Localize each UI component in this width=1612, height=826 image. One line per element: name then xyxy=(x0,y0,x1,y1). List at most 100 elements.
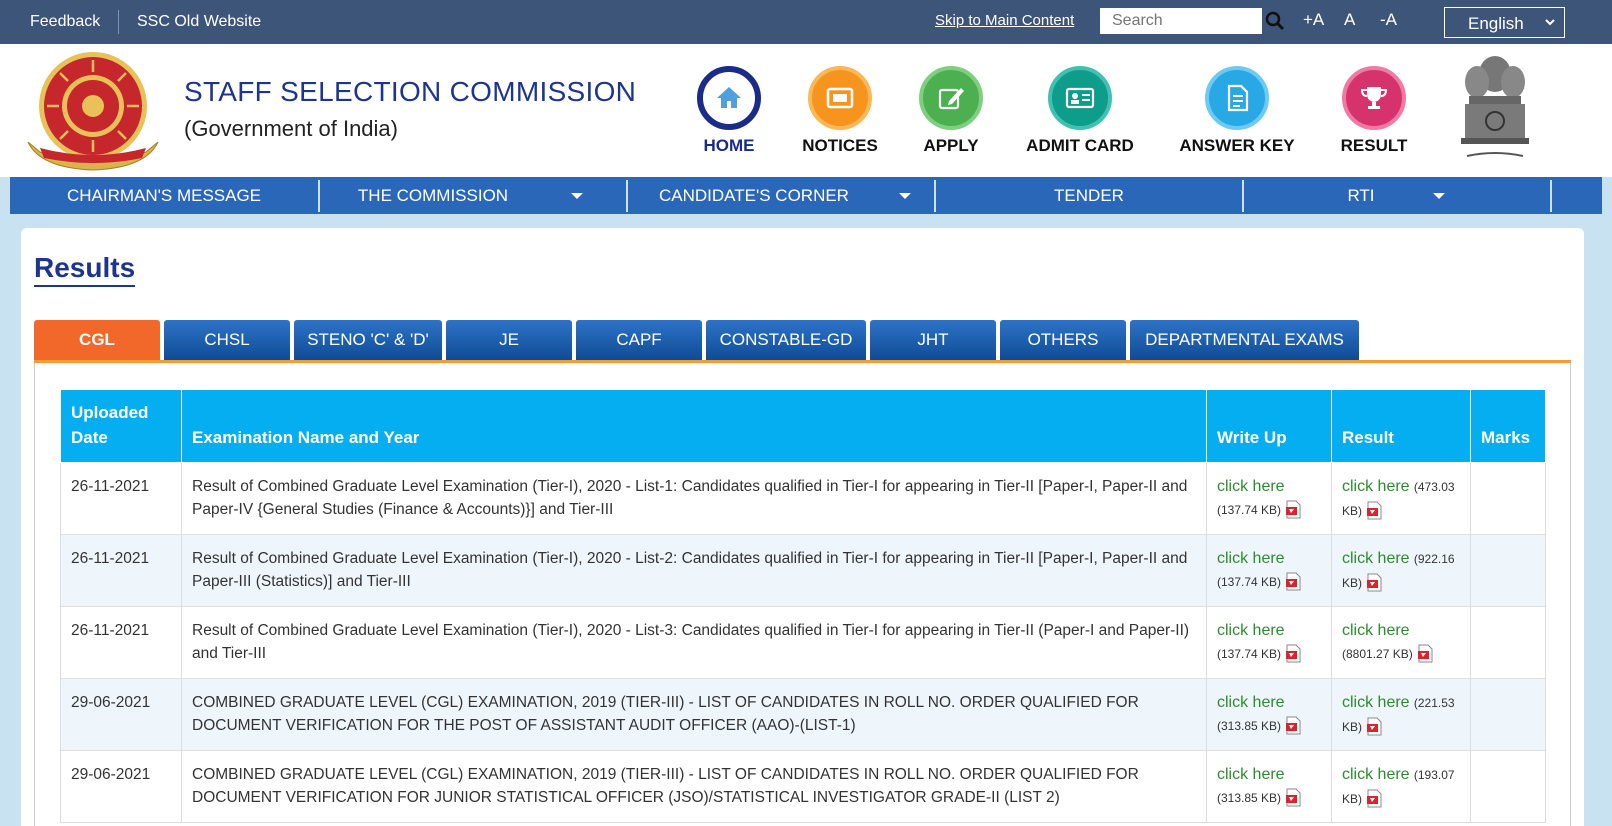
write-up-file-size: (137.74 KB) xyxy=(1217,575,1282,589)
write-up-link[interactable]: click here xyxy=(1217,550,1285,567)
cell-exam-name: COMBINED GRADUATE LEVEL (CGL) EXAMINATIO… xyxy=(181,678,1207,751)
cell-uploaded-date: 29-06-2021 xyxy=(60,678,182,751)
tab-cgl[interactable]: CGL xyxy=(34,320,160,360)
tab-capf[interactable]: CAPF xyxy=(576,320,702,360)
pdf-icon[interactable] xyxy=(1285,644,1302,663)
tab-others[interactable]: OTHERS xyxy=(1000,320,1126,360)
col-exam-name: Examination Name and Year xyxy=(181,389,1207,463)
cell-exam-name: Result of Combined Graduate Level Examin… xyxy=(181,462,1207,535)
site-header: STAFF SELECTION COMMISSION (Government o… xyxy=(0,44,1612,177)
pdf-icon[interactable] xyxy=(1366,573,1383,592)
table-header-row: Uploaded Date Examination Name and Year … xyxy=(60,389,1546,463)
top-utility-bar: Feedback SSC Old Website Skip to Main Co… xyxy=(0,0,1612,44)
tab-jht[interactable]: JHT xyxy=(870,320,996,360)
pdf-icon[interactable] xyxy=(1285,500,1302,519)
write-up-link[interactable]: click here xyxy=(1217,766,1285,783)
caret-down-icon xyxy=(571,193,583,199)
nav-chairmans-message[interactable]: CHAIRMAN'S MESSAGE xyxy=(10,177,318,214)
main-navigation: CHAIRMAN'S MESSAGE THE COMMISSION CANDID… xyxy=(10,177,1602,214)
cell-marks xyxy=(1470,534,1546,607)
table-row: 29-06-2021 COMBINED GRADUATE LEVEL (CGL) … xyxy=(60,678,1546,751)
nav-rti-label: RTI xyxy=(1347,186,1375,205)
nav-admit-card[interactable]: ADMIT CARD xyxy=(1026,66,1134,156)
result-link[interactable]: click here xyxy=(1342,550,1410,567)
nav-notices[interactable]: NOTICES xyxy=(797,66,883,156)
search-input[interactable] xyxy=(1100,8,1262,34)
tab-constable-gd[interactable]: CONSTABLE-GD xyxy=(706,320,866,360)
cell-uploaded-date: 26-11-2021 xyxy=(60,534,182,607)
result-link[interactable]: click here xyxy=(1342,478,1410,495)
document-icon xyxy=(1205,66,1269,130)
language-select[interactable]: English xyxy=(1444,7,1565,38)
pdf-icon[interactable] xyxy=(1285,716,1302,735)
tab-je[interactable]: JE xyxy=(446,320,572,360)
cell-result: click here (922.16 KB) xyxy=(1331,534,1471,607)
edit-icon xyxy=(919,66,983,130)
caret-down-icon xyxy=(899,193,911,199)
write-up-file-size: (137.74 KB) xyxy=(1217,503,1282,517)
nav-home-label: HOME xyxy=(703,136,755,155)
font-increase-button[interactable]: +A xyxy=(1303,10,1324,30)
table-row: 26-11-2021 Result of Combined Graduate Le… xyxy=(60,606,1546,679)
cell-marks xyxy=(1470,750,1546,823)
cell-result: click here (473.03 KB) xyxy=(1331,462,1471,535)
tab-steno[interactable]: STENO 'C' & 'D' xyxy=(294,320,442,360)
id-card-icon xyxy=(1048,66,1112,130)
search-icon[interactable] xyxy=(1265,11,1285,31)
tab-departmental-exams[interactable]: DEPARTMENTAL EXAMS xyxy=(1130,320,1359,360)
nav-the-commission-label: THE COMMISSION xyxy=(357,186,509,205)
old-website-link[interactable]: SSC Old Website xyxy=(137,13,261,31)
nav-divider xyxy=(1550,180,1552,212)
home-icon xyxy=(697,66,761,130)
cell-result: click here (193.07 KB) xyxy=(1331,750,1471,823)
pdf-icon[interactable] xyxy=(1366,717,1383,736)
nav-answer-key[interactable]: ANSWER KEY xyxy=(1179,66,1295,156)
nav-result[interactable]: RESULT xyxy=(1331,66,1417,156)
write-up-file-size: (313.85 KB) xyxy=(1217,791,1282,805)
result-link[interactable]: click here xyxy=(1342,622,1410,639)
cell-uploaded-date: 29-06-2021 xyxy=(60,750,182,823)
write-up-link[interactable]: click here xyxy=(1217,478,1285,495)
write-up-link[interactable]: click here xyxy=(1217,622,1285,639)
divider xyxy=(118,10,119,34)
page-title: Results xyxy=(34,252,136,287)
write-up-link[interactable]: click here xyxy=(1217,694,1285,711)
chevron-down-icon xyxy=(1545,19,1555,26)
pdf-icon[interactable] xyxy=(1417,644,1434,663)
pdf-icon[interactable] xyxy=(1366,501,1383,520)
nav-home[interactable]: HOME xyxy=(686,66,772,156)
ssc-logo[interactable] xyxy=(20,50,166,172)
cell-uploaded-date: 26-11-2021 xyxy=(60,606,182,679)
trophy-icon xyxy=(1342,66,1406,130)
cell-marks xyxy=(1470,606,1546,679)
nav-rti[interactable]: RTI xyxy=(1244,177,1550,214)
font-normal-button[interactable]: A xyxy=(1344,10,1355,30)
nav-candidates-corner[interactable]: CANDIDATE'S CORNER xyxy=(628,177,934,214)
nav-apply[interactable]: APPLY xyxy=(908,66,994,156)
pdf-icon[interactable] xyxy=(1285,788,1302,807)
tab-chsl[interactable]: CHSL xyxy=(164,320,290,360)
national-emblem xyxy=(1461,56,1529,157)
skip-to-content-link[interactable]: Skip to Main Content xyxy=(935,12,1074,29)
result-link[interactable]: click here xyxy=(1342,766,1410,783)
write-up-file-size: (313.85 KB) xyxy=(1217,719,1282,733)
cell-exam-name: COMBINED GRADUATE LEVEL (CGL) EXAMINATIO… xyxy=(181,750,1207,823)
cell-uploaded-date: 26-11-2021 xyxy=(60,462,182,535)
result-file-size: (8801.27 KB) xyxy=(1342,647,1413,661)
language-select-value: English xyxy=(1468,14,1524,33)
table-row: 26-11-2021 Result of Combined Graduate Le… xyxy=(60,534,1546,607)
nav-result-label: RESULT xyxy=(1340,136,1408,155)
nav-candidates-corner-label: CANDIDATE'S CORNER xyxy=(659,186,849,205)
result-link[interactable]: click here xyxy=(1342,694,1410,711)
cell-result: click here (8801.27 KB) xyxy=(1331,606,1471,679)
col-write-up: Write Up xyxy=(1206,389,1332,463)
cell-write-up: click here (313.85 KB) xyxy=(1206,750,1332,823)
col-uploaded-date: Uploaded Date xyxy=(60,389,182,463)
nav-tender[interactable]: TENDER xyxy=(936,177,1242,214)
font-decrease-button[interactable]: -A xyxy=(1380,10,1397,30)
pdf-icon[interactable] xyxy=(1285,572,1302,591)
nav-apply-label: APPLY xyxy=(923,136,979,155)
pdf-icon[interactable] xyxy=(1366,789,1383,808)
org-title: STAFF SELECTION COMMISSION xyxy=(184,76,637,107)
feedback-link[interactable]: Feedback xyxy=(30,13,100,31)
